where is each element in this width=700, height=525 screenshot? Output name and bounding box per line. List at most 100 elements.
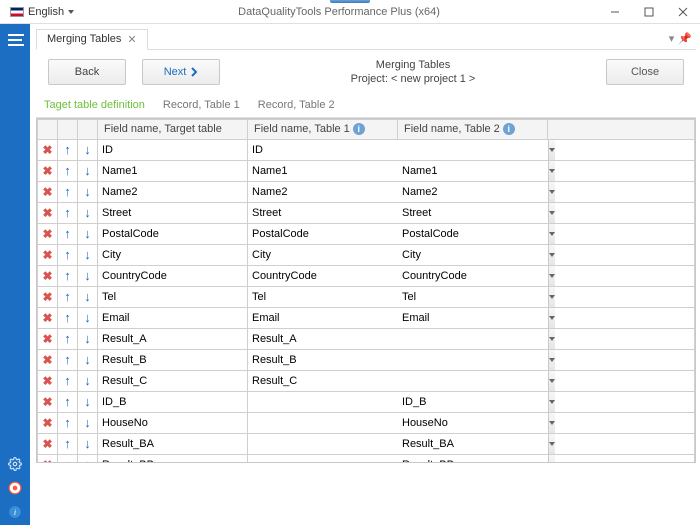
- delete-row-icon[interactable]: ✖: [42, 437, 52, 451]
- move-up-icon[interactable]: ↑: [64, 352, 71, 367]
- chevron-down-icon[interactable]: [548, 392, 555, 412]
- table2-field-select[interactable]: [398, 224, 548, 244]
- close-window-button[interactable]: [666, 0, 700, 24]
- info-icon[interactable]: i: [503, 123, 515, 135]
- move-up-icon[interactable]: ↑: [64, 331, 71, 346]
- move-up-icon[interactable]: ↑: [64, 268, 71, 283]
- move-down-icon[interactable]: ↓: [84, 373, 91, 388]
- delete-row-icon[interactable]: ✖: [42, 185, 52, 199]
- target-field-input[interactable]: [98, 162, 247, 180]
- delete-row-icon[interactable]: ✖: [42, 395, 52, 409]
- delete-row-icon[interactable]: ✖: [42, 143, 52, 157]
- delete-row-icon[interactable]: ✖: [42, 248, 52, 262]
- move-up-icon[interactable]: ↑: [64, 163, 71, 178]
- target-field-input[interactable]: [98, 225, 247, 243]
- chevron-down-icon[interactable]: [548, 161, 555, 181]
- table2-field-select[interactable]: [398, 161, 548, 181]
- delete-row-icon[interactable]: ✖: [42, 227, 52, 241]
- chevron-down-icon[interactable]: [548, 245, 555, 265]
- info-icon[interactable]: i: [353, 123, 365, 135]
- move-down-icon[interactable]: ↓: [84, 184, 91, 199]
- move-down-icon[interactable]: ↓: [84, 331, 91, 346]
- move-up-icon[interactable]: ↑: [64, 247, 71, 262]
- table2-field-select[interactable]: [398, 266, 548, 286]
- target-field-input[interactable]: [98, 309, 247, 327]
- back-button[interactable]: Back: [48, 59, 126, 85]
- delete-row-icon[interactable]: ✖: [42, 416, 52, 430]
- move-down-icon[interactable]: ↓: [84, 247, 91, 262]
- chevron-down-icon[interactable]: [548, 182, 555, 202]
- chevron-down-icon[interactable]: [548, 224, 555, 244]
- move-up-icon[interactable]: ↑: [64, 436, 71, 451]
- table2-field-select[interactable]: [398, 455, 548, 463]
- settings-icon[interactable]: [8, 457, 22, 471]
- subtab-record-table1[interactable]: Record, Table 1: [163, 99, 240, 111]
- table2-field-select[interactable]: [398, 392, 548, 412]
- move-up-icon[interactable]: ↑: [64, 184, 71, 199]
- table2-field-select[interactable]: [398, 287, 548, 307]
- subtab-target-definition[interactable]: Taget table definition: [44, 99, 145, 111]
- chevron-down-icon[interactable]: [548, 140, 555, 160]
- move-down-icon[interactable]: ↓: [84, 352, 91, 367]
- move-up-icon[interactable]: ↑: [64, 205, 71, 220]
- chevron-down-icon[interactable]: [548, 287, 555, 307]
- target-field-input[interactable]: [98, 351, 247, 369]
- chevron-down-icon[interactable]: [548, 329, 555, 349]
- delete-row-icon[interactable]: ✖: [42, 458, 52, 463]
- move-up-icon[interactable]: ↑: [64, 457, 71, 463]
- table1-field-select[interactable]: [248, 455, 398, 463]
- target-field-input[interactable]: [98, 204, 247, 222]
- table2-field-select[interactable]: [398, 413, 548, 433]
- table1-field-select[interactable]: [248, 413, 398, 433]
- table1-field-select[interactable]: [248, 287, 398, 307]
- table1-field-select[interactable]: [248, 245, 398, 265]
- move-down-icon[interactable]: ↓: [84, 415, 91, 430]
- maximize-button[interactable]: [632, 0, 666, 24]
- chevron-down-icon[interactable]: [548, 413, 555, 433]
- chevron-down-icon[interactable]: [548, 371, 555, 391]
- move-up-icon[interactable]: ↑: [64, 289, 71, 304]
- target-field-input[interactable]: [98, 183, 247, 201]
- delete-row-icon[interactable]: ✖: [42, 290, 52, 304]
- delete-row-icon[interactable]: ✖: [42, 332, 52, 346]
- delete-row-icon[interactable]: ✖: [42, 206, 52, 220]
- table1-field-select[interactable]: [248, 182, 398, 202]
- info-icon[interactable]: i: [8, 505, 22, 519]
- next-button[interactable]: Next: [142, 59, 220, 85]
- chevron-down-icon[interactable]: [548, 455, 555, 463]
- table2-field-select[interactable]: [398, 308, 548, 328]
- table1-field-select[interactable]: [248, 266, 398, 286]
- move-up-icon[interactable]: ↑: [64, 373, 71, 388]
- move-up-icon[interactable]: ↑: [64, 415, 71, 430]
- target-field-input[interactable]: [98, 393, 247, 411]
- table2-field-select[interactable]: [398, 434, 548, 454]
- move-down-icon[interactable]: ↓: [84, 268, 91, 283]
- move-down-icon[interactable]: ↓: [84, 142, 91, 157]
- move-up-icon[interactable]: ↑: [64, 310, 71, 325]
- table1-field-select[interactable]: [248, 308, 398, 328]
- move-down-icon[interactable]: ↓: [84, 163, 91, 178]
- table2-field-select[interactable]: [398, 140, 548, 160]
- table1-field-select[interactable]: [248, 392, 398, 412]
- move-down-icon[interactable]: ↓: [84, 394, 91, 409]
- move-up-icon[interactable]: ↑: [64, 394, 71, 409]
- chevron-down-icon[interactable]: [548, 350, 555, 370]
- help-icon[interactable]: [8, 481, 22, 495]
- table2-field-select[interactable]: [398, 203, 548, 223]
- table2-field-select[interactable]: [398, 371, 548, 391]
- target-field-input[interactable]: [98, 414, 247, 432]
- target-field-input[interactable]: [98, 330, 247, 348]
- table2-field-select[interactable]: [398, 245, 548, 265]
- delete-row-icon[interactable]: ✖: [42, 311, 52, 325]
- close-button[interactable]: Close: [606, 59, 684, 85]
- chevron-down-icon[interactable]: [548, 203, 555, 223]
- move-down-icon[interactable]: ↓: [84, 436, 91, 451]
- close-tab-icon[interactable]: ✕: [127, 33, 136, 46]
- move-down-icon[interactable]: ↓: [84, 310, 91, 325]
- move-down-icon[interactable]: ↓: [84, 289, 91, 304]
- table2-field-select[interactable]: [398, 329, 548, 349]
- target-field-input[interactable]: [98, 372, 247, 390]
- target-field-input[interactable]: [98, 246, 247, 264]
- delete-row-icon[interactable]: ✖: [42, 164, 52, 178]
- chevron-down-icon[interactable]: [548, 308, 555, 328]
